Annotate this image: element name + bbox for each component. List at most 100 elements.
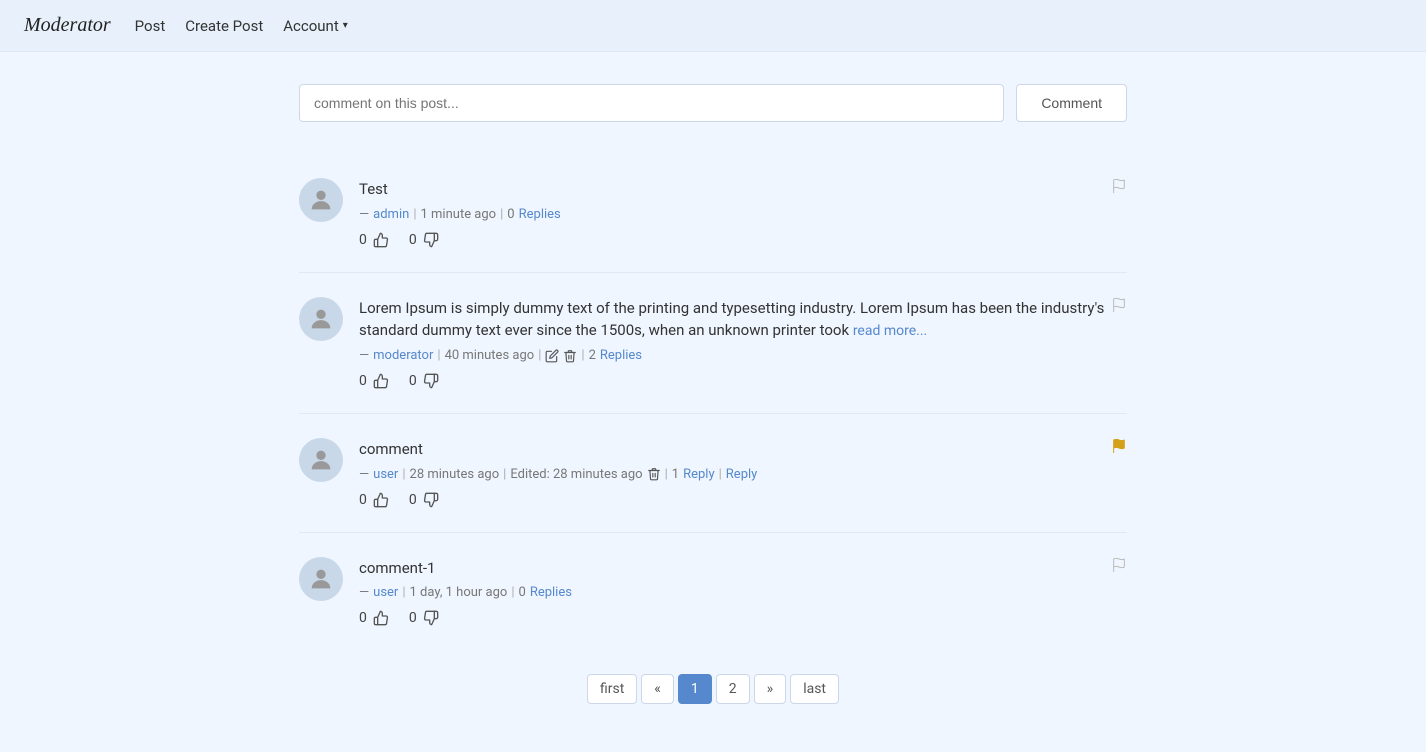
meta-sep5: | <box>719 467 722 482</box>
pagination-prev[interactable]: « <box>641 674 674 704</box>
comment-input-row: Comment <box>299 84 1127 122</box>
comment-body: comment-1 — user | 1 day, 1 hour ago| 0 … <box>359 557 1127 627</box>
meta-sep: | <box>402 585 405 600</box>
pagination-page-1[interactable]: 1 <box>678 674 712 704</box>
downvote-count: 0 <box>409 610 417 626</box>
upvote-count: 0 <box>359 610 367 626</box>
reply-count: 0 <box>507 207 514 222</box>
pagination-page-2[interactable]: 2 <box>716 674 750 704</box>
delete-button[interactable] <box>647 467 661 481</box>
comment-meta: — user | 1 day, 1 hour ago| 0 Replies <box>359 585 1127 600</box>
comment-time: 28 minutes ago <box>410 467 500 482</box>
upvote-group: 0 <box>359 610 389 626</box>
replies-link[interactable]: Reply <box>683 467 715 482</box>
replies-link[interactable]: Replies <box>530 585 572 600</box>
flag-button[interactable] <box>1111 557 1127 577</box>
comment-meta: — user | 28 minutes ago| Edited: 28 minu… <box>359 467 1127 482</box>
downvote-group: 0 <box>409 492 439 508</box>
comment-meta: — moderator | 40 minutes ago| | 2 Replie… <box>359 348 1127 363</box>
upvote-button[interactable] <box>373 232 389 248</box>
avatar <box>299 178 343 222</box>
upvote-count: 0 <box>359 232 367 248</box>
reply-link[interactable]: Reply <box>726 467 758 482</box>
comment-meta: — admin | 1 minute ago| 0 Replies <box>359 207 1127 222</box>
reply-count: 1 <box>672 467 679 482</box>
nav-account-dropdown[interactable]: Account ▾ <box>283 17 348 35</box>
meta-sep: | <box>437 348 440 363</box>
comment-text: comment-1 <box>359 557 1127 580</box>
nav-create-post[interactable]: Create Post <box>185 17 263 35</box>
meta-sep4: | <box>511 585 514 600</box>
downvote-button[interactable] <box>423 610 439 626</box>
downvote-group: 0 <box>409 610 439 626</box>
upvote-button[interactable] <box>373 610 389 626</box>
meta-sep4: | <box>500 207 503 222</box>
pagination: first«12»last <box>299 650 1127 712</box>
downvote-group: 0 <box>409 232 439 248</box>
vote-row: 0 0 <box>359 373 1127 389</box>
downvote-button[interactable] <box>423 232 439 248</box>
downvote-count: 0 <box>409 373 417 389</box>
meta-dash: — <box>359 585 369 600</box>
upvote-button[interactable] <box>373 492 389 508</box>
meta-dash: — <box>359 207 369 222</box>
pagination-first[interactable]: first <box>587 674 637 704</box>
comments-list: Test — admin | 1 minute ago| 0 Replies 0… <box>299 154 1127 650</box>
navbar: Moderator Post Create Post Account ▾ <box>0 0 1426 52</box>
meta-sep2: | <box>503 467 506 482</box>
pagination-last[interactable]: last <box>790 674 839 704</box>
nav-post[interactable]: Post <box>135 17 166 35</box>
comment-author[interactable]: admin <box>373 207 409 222</box>
comment-item: comment — user | 28 minutes ago| Edited:… <box>299 414 1127 533</box>
comment-body: comment — user | 28 minutes ago| Edited:… <box>359 438 1127 508</box>
comment-input[interactable] <box>299 84 1004 122</box>
upvote-group: 0 <box>359 232 389 248</box>
downvote-group: 0 <box>409 373 439 389</box>
flag-button[interactable] <box>1111 297 1127 317</box>
meta-dash: — <box>359 348 369 363</box>
upvote-group: 0 <box>359 373 389 389</box>
downvote-count: 0 <box>409 232 417 248</box>
avatar <box>299 297 343 341</box>
replies-link[interactable]: Replies <box>519 207 561 222</box>
comment-submit-button[interactable]: Comment <box>1016 84 1127 122</box>
comment-time: 1 minute ago <box>421 207 497 222</box>
comment-text: Lorem Ipsum is simply dummy text of the … <box>359 297 1127 343</box>
avatar <box>299 438 343 482</box>
downvote-button[interactable] <box>423 492 439 508</box>
upvote-count: 0 <box>359 492 367 508</box>
upvote-group: 0 <box>359 492 389 508</box>
read-more-link[interactable]: read more... <box>853 323 927 339</box>
delete-button[interactable] <box>563 349 577 363</box>
meta-sep: | <box>413 207 416 222</box>
meta-sep: | <box>402 467 405 482</box>
downvote-button[interactable] <box>423 373 439 389</box>
brand-logo[interactable]: Moderator <box>24 14 111 37</box>
vote-row: 0 0 <box>359 610 1127 626</box>
comment-item: Test — admin | 1 minute ago| 0 Replies 0… <box>299 154 1127 273</box>
chevron-down-icon: ▾ <box>343 20 348 31</box>
vote-row: 0 0 <box>359 492 1127 508</box>
main-content: Comment Test — admin | 1 minute ago| 0 R… <box>283 52 1143 752</box>
reply-count: 0 <box>519 585 526 600</box>
upvote-count: 0 <box>359 373 367 389</box>
meta-dash: — <box>359 467 369 482</box>
comment-body: Test — admin | 1 minute ago| 0 Replies 0… <box>359 178 1127 248</box>
reply-count: 2 <box>589 348 596 363</box>
comment-time: 1 day, 1 hour ago <box>410 585 508 600</box>
meta-sep4: | <box>581 348 584 363</box>
comment-author[interactable]: user <box>373 467 398 482</box>
upvote-button[interactable] <box>373 373 389 389</box>
flag-button[interactable] <box>1111 438 1127 458</box>
downvote-count: 0 <box>409 492 417 508</box>
meta-sep4: | <box>665 467 668 482</box>
replies-link[interactable]: Replies <box>600 348 642 363</box>
comment-time: 40 minutes ago <box>445 348 535 363</box>
nav-account-label: Account <box>283 17 339 35</box>
flag-button[interactable] <box>1111 178 1127 198</box>
comment-author[interactable]: moderator <box>373 348 433 363</box>
comment-author[interactable]: user <box>373 585 398 600</box>
edit-button[interactable] <box>545 349 559 363</box>
pagination-next[interactable]: » <box>754 674 787 704</box>
comment-item: comment-1 — user | 1 day, 1 hour ago| 0 … <box>299 533 1127 651</box>
